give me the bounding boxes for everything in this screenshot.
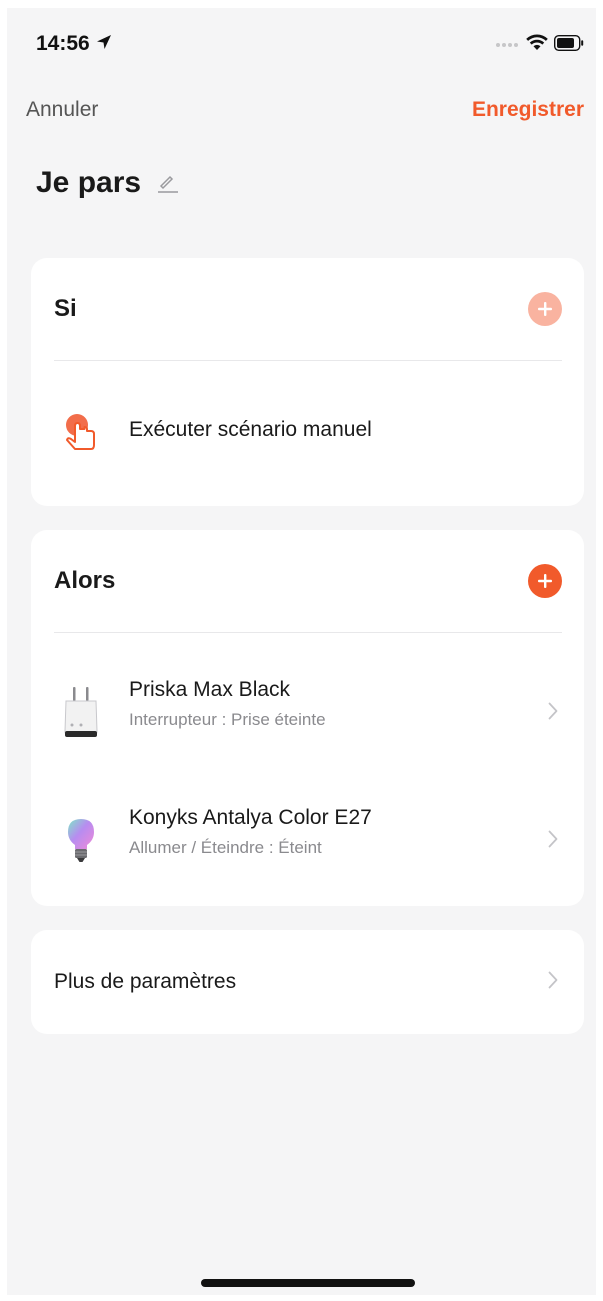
- app-screen: 14:56 Annuler Enregistrer Je pars Si Exé…: [7, 8, 596, 1295]
- action-device-detail: Allumer / Éteindre : Éteint: [129, 838, 322, 857]
- chevron-right-icon: [548, 702, 558, 725]
- then-section-title: Alors: [54, 567, 116, 594]
- battery-icon: [553, 34, 584, 56]
- condition-label: Exécuter scénario manuel: [129, 418, 372, 441]
- then-card-header: Alors: [54, 530, 562, 633]
- if-section-title: Si: [54, 295, 77, 322]
- chevron-right-icon: [548, 830, 558, 853]
- save-button[interactable]: Enregistrer: [472, 98, 584, 122]
- scene-title: Je pars: [36, 166, 142, 199]
- wifi-icon: [526, 34, 548, 56]
- home-indicator[interactable]: [201, 1279, 415, 1287]
- status-time: 14:56: [36, 32, 90, 55]
- status-bar: 14:56: [7, 8, 596, 82]
- color-bulb-icon: [59, 813, 103, 869]
- action-device-detail: Interrupteur : Prise éteinte: [129, 710, 326, 729]
- action-device-name: Konyks Antalya Color E27: [129, 806, 372, 829]
- more-settings-row[interactable]: Plus de paramètres: [31, 930, 584, 1034]
- chevron-right-icon: [548, 971, 558, 994]
- then-actions-card: Alors Priska Max Black Interrupteur: Pr…: [31, 530, 584, 906]
- more-settings-label: Plus de paramètres: [54, 970, 237, 993]
- cellular-signal-icon: [496, 43, 518, 47]
- condition-manual-row[interactable]: Exécuter scénario manuel: [31, 376, 584, 488]
- plus-icon: [538, 302, 552, 316]
- cancel-button[interactable]: Annuler: [26, 98, 98, 122]
- if-conditions-card: Si Exécuter scénario manuel: [31, 258, 584, 506]
- action-row-priska[interactable]: Priska Max Black Interrupteur : Prise ét…: [31, 658, 584, 768]
- more-settings-card: Plus de paramètres: [31, 930, 584, 1034]
- hand-tap-icon: [59, 404, 103, 460]
- status-icons: [496, 34, 584, 56]
- action-text: Priska Max Black Interrupteur : Prise ét…: [129, 678, 326, 730]
- location-arrow-icon: [96, 32, 112, 56]
- smart-plug-icon: [59, 685, 103, 741]
- status-time-group: 14:56: [36, 32, 112, 56]
- condition-text: Exécuter scénario manuel: [129, 418, 372, 442]
- scene-title-row: Je pars: [36, 166, 179, 200]
- pencil-icon[interactable]: [157, 172, 179, 194]
- add-action-button[interactable]: [528, 564, 562, 598]
- if-card-header: Si: [54, 258, 562, 361]
- action-device-name: Priska Max Black: [129, 678, 291, 701]
- add-condition-button[interactable]: [528, 292, 562, 326]
- action-row-konyks[interactable]: Konyks Antalya Color E27 Allumer / Étein…: [31, 786, 584, 896]
- action-text: Konyks Antalya Color E27 Allumer / Étein…: [129, 806, 372, 858]
- plus-icon: [538, 574, 552, 588]
